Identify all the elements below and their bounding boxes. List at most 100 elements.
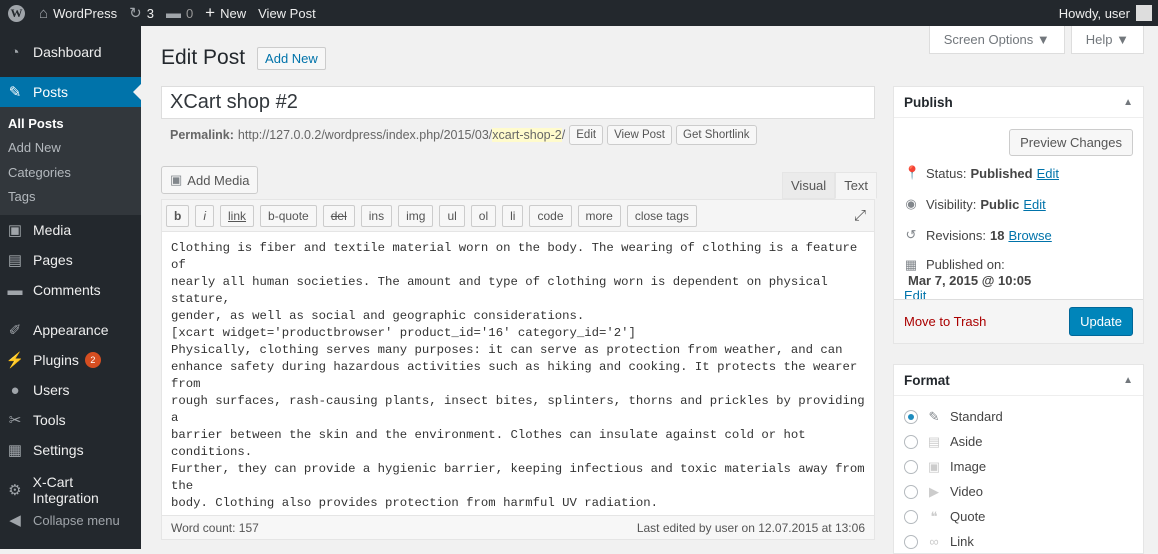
format-option-quote[interactable]: ❝ Quote	[894, 504, 1143, 529]
content-textarea[interactable]: Clothing is fiber and textile material w…	[162, 232, 874, 516]
format-option-image[interactable]: ▣ Image	[894, 454, 1143, 479]
view-post-button[interactable]: View Post	[607, 125, 673, 145]
collapse-arrow-icon[interactable]: ▲	[1123, 97, 1133, 108]
radio-link[interactable]	[904, 534, 918, 549]
post-title-input[interactable]	[161, 86, 875, 119]
appearance-icon: ✐	[8, 322, 22, 339]
site-name-link[interactable]: ⌂ WordPress	[33, 0, 123, 26]
qt-li-button[interactable]: li	[502, 204, 524, 227]
new-content-link[interactable]: + New	[199, 0, 252, 26]
preview-changes-button[interactable]: Preview Changes	[1009, 129, 1133, 156]
menu-xcart-integration[interactable]: ⚙ X-Cart Integration	[0, 474, 141, 506]
help-button[interactable]: Help ▼	[1070, 26, 1144, 54]
view-post-link[interactable]: View Post	[252, 0, 322, 26]
qt-del-button[interactable]: del	[322, 204, 355, 227]
qt-italic-button[interactable]: i	[195, 204, 215, 227]
my-account-link[interactable]: Howdy, user	[1053, 0, 1158, 26]
qt-ins-button[interactable]: ins	[360, 204, 393, 227]
media-icon: ▣	[170, 172, 183, 187]
comments-link[interactable]: ▬ 0	[160, 0, 199, 26]
page-title: Edit Post Add New	[161, 46, 326, 70]
menu-comments[interactable]: ▬ Comments	[0, 275, 141, 305]
updates-link[interactable]: ↻ 3	[123, 0, 160, 26]
publish-box: Publish ▲ Preview Changes 📍 Status: Publish…	[893, 86, 1144, 344]
aside-icon: ▤	[927, 433, 941, 449]
screen-options-button[interactable]: Screen Options ▼	[928, 26, 1065, 54]
format-box: Format ▲ ✎ Standard ▤ Aside ▣ Image ▶ Video ❝…	[893, 364, 1144, 554]
radio-aside[interactable]	[904, 434, 918, 449]
submenu-all-posts[interactable]: All Posts	[0, 111, 141, 136]
edit-slug-button[interactable]: Edit	[569, 125, 604, 145]
admin-sidebar: ◔ Dashboard ✎ Posts All Posts Add New Cate…	[0, 26, 141, 549]
menu-plugins[interactable]: ⚡ Plugins 2	[0, 345, 141, 375]
collapse-menu[interactable]: ◀ Collapse menu	[0, 505, 141, 535]
menu-media[interactable]: ▣ Media	[0, 215, 141, 245]
submenu-add-new[interactable]: Add New	[0, 136, 141, 161]
link-icon: ∞	[929, 534, 939, 549]
submenu-categories[interactable]: Categories	[0, 160, 141, 185]
tab-visual[interactable]: Visual	[782, 172, 836, 199]
add-media-button[interactable]: ▣ Add Media	[161, 166, 259, 194]
media-icon: ▣	[7, 222, 23, 239]
post-published-on: ▦ Published on: Mar 7, 2015 @ 10:05 Edit	[904, 257, 1134, 303]
dashboard-icon: ◔	[10, 43, 20, 61]
get-shortlink-button[interactable]: Get Shortlink	[676, 125, 757, 145]
radio-image[interactable]	[904, 459, 918, 474]
radio-standard[interactable]	[904, 409, 918, 424]
radio-quote[interactable]	[904, 509, 918, 524]
format-option-video[interactable]: ▶ Video	[894, 479, 1143, 504]
permalink-row: Permalink: http://127.0.0.2/wordpress/in…	[170, 125, 757, 145]
edit-status-link[interactable]: Edit	[1037, 166, 1059, 181]
menu-tools[interactable]: ✂ Tools	[0, 405, 141, 435]
video-icon: ▶	[929, 483, 939, 499]
menu-pages[interactable]: ▤ Pages	[0, 245, 141, 275]
qt-ul-button[interactable]: ul	[439, 204, 465, 227]
move-to-trash-link[interactable]: Move to Trash	[904, 314, 986, 329]
radio-video[interactable]	[904, 484, 918, 499]
quicktags-toolbar: b i link b-quote del ins img ul ol li co…	[162, 200, 874, 232]
qt-code-button[interactable]: code	[529, 204, 572, 227]
gear-icon: ⚙	[8, 482, 22, 499]
browse-revisions-link[interactable]: Browse	[1008, 228, 1051, 243]
qt-img-button[interactable]: img	[398, 204, 434, 227]
permalink-url[interactable]: http://127.0.0.2/wordpress/index.php/201…	[238, 128, 565, 142]
pin-icon: ✎	[928, 408, 940, 424]
menu-appearance[interactable]: ✐ Appearance	[0, 315, 141, 345]
menu-settings[interactable]: ▦ Settings	[0, 435, 141, 465]
fullscreen-icon[interactable]: ⤢	[854, 207, 866, 224]
update-button[interactable]: Update	[1069, 307, 1133, 336]
format-option-standard[interactable]: ✎ Standard	[894, 404, 1143, 429]
menu-posts[interactable]: ✎ Posts	[0, 77, 141, 107]
format-option-link[interactable]: ∞ Link	[894, 529, 1143, 554]
menu-users[interactable]: ● Users	[0, 375, 141, 405]
pages-icon: ▤	[7, 252, 23, 269]
format-box-header[interactable]: Format ▲	[894, 365, 1143, 396]
plugins-update-badge: 2	[84, 352, 101, 368]
qt-ol-button[interactable]: ol	[470, 204, 497, 227]
comment-bubble-icon: ▬	[165, 4, 181, 22]
collapse-arrow-icon[interactable]: ▲	[1123, 375, 1133, 386]
plus-icon: +	[205, 3, 216, 22]
tab-text[interactable]: Text	[835, 172, 878, 199]
post-revisions: ↺ Revisions: 18 Browse	[905, 227, 1052, 243]
eye-icon: ◉	[905, 196, 917, 211]
qt-more-button[interactable]: more	[577, 204, 621, 227]
format-option-aside[interactable]: ▤ Aside	[894, 429, 1143, 454]
revisions-icon: ↺	[905, 227, 917, 242]
qt-blockquote-button[interactable]: b-quote	[260, 204, 317, 227]
qt-bold-button[interactable]: b	[166, 204, 190, 227]
edit-visibility-link[interactable]: Edit	[1023, 197, 1045, 212]
publish-box-header[interactable]: Publish ▲	[894, 87, 1143, 118]
qt-close-tags-button[interactable]: close tags	[626, 204, 697, 227]
home-icon: ⌂	[39, 4, 49, 22]
qt-link-button[interactable]: link	[220, 204, 255, 227]
plugins-icon: ⚡	[5, 352, 25, 369]
wordpress-logo-icon[interactable]: W	[0, 0, 33, 26]
add-new-button[interactable]: Add New	[257, 46, 326, 70]
menu-dashboard[interactable]: ◔ Dashboard	[0, 37, 141, 67]
post-visibility: ◉ Visibility: Public Edit	[905, 196, 1046, 212]
image-icon: ▣	[927, 458, 941, 474]
submenu-tags[interactable]: Tags	[0, 185, 141, 210]
last-edited: Last edited by user on 12.07.2015 at 13:…	[636, 520, 865, 535]
permalink-slug: xcart-shop-2	[492, 128, 562, 142]
